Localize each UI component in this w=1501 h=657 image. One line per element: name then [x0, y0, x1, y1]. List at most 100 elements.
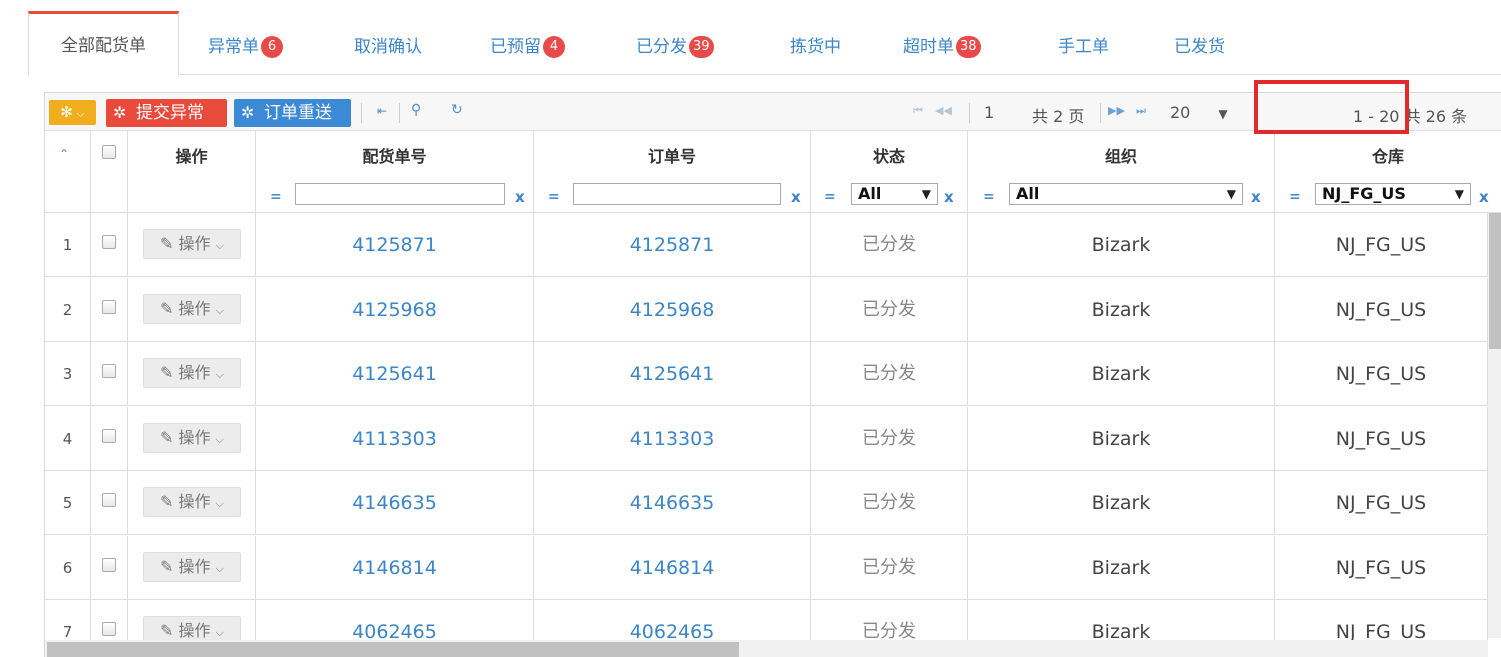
- tab-label: 已发货: [1174, 37, 1225, 57]
- row-number: 6: [45, 535, 91, 600]
- column-header-organization[interactable]: 组织: [968, 143, 1274, 167]
- row-checkbox[interactable]: [102, 557, 116, 572]
- row-number: 4: [45, 406, 91, 471]
- row-select-cell: [91, 535, 128, 600]
- row-action-button[interactable]: ✎ 操作 ⌵: [143, 358, 241, 388]
- gears-icon: ✲: [241, 103, 255, 122]
- tab-shipped[interactable]: 已发货: [1174, 32, 1225, 57]
- allocation-no-link[interactable]: 4125641: [256, 342, 534, 406]
- row-action-button[interactable]: ✎ 操作 ⌵: [143, 487, 241, 517]
- filter-operator[interactable]: =: [983, 189, 995, 205]
- edit-icon: ✎: [160, 556, 174, 576]
- prev-page-icon[interactable]: ◀◀: [935, 104, 952, 117]
- chevron-down-icon: ⌵: [215, 303, 224, 317]
- tab-label: 超时单: [903, 37, 954, 57]
- tab-reserved[interactable]: 已预留 4: [490, 32, 565, 58]
- row-action-button[interactable]: ✎ 操作 ⌵: [143, 229, 241, 259]
- order-no-link[interactable]: 4125641: [534, 342, 811, 406]
- order-no-link[interactable]: 4146635: [534, 471, 811, 535]
- first-page-icon[interactable]: ⏮: [913, 104, 923, 118]
- allocation-no-filter-input[interactable]: [295, 183, 505, 205]
- filter-operator[interactable]: =: [824, 189, 836, 205]
- tab-overtime[interactable]: 超时单 38: [903, 32, 981, 58]
- column-header-status[interactable]: 状态: [811, 143, 967, 167]
- row-checkbox[interactable]: [102, 622, 116, 636]
- row-action-cell: ✎ 操作 ⌵: [128, 213, 256, 277]
- warehouse-filter-select[interactable]: NJ_FG_US ▼: [1315, 183, 1471, 205]
- first-column-icon[interactable]: ⇤: [377, 104, 387, 118]
- organization-cell: Bizark: [968, 213, 1275, 277]
- allocation-no-link[interactable]: 4146635: [256, 471, 534, 535]
- page-size-select[interactable]: 20 ▼: [1170, 103, 1228, 122]
- header-order-no: 订单号 = x: [534, 131, 811, 213]
- row-action-button[interactable]: ✎ 操作 ⌵: [143, 422, 241, 453]
- row-checkbox[interactable]: [102, 299, 116, 314]
- select-all-checkbox[interactable]: [102, 145, 116, 159]
- horizontal-scrollbar-thumb[interactable]: [47, 642, 739, 657]
- status-filter-select[interactable]: All ▼: [851, 183, 938, 205]
- order-no-link[interactable]: 4146814: [534, 535, 811, 600]
- tab-distributed[interactable]: 已分发 39: [636, 32, 714, 58]
- clear-filter-button[interactable]: x: [791, 188, 801, 206]
- order-no-link[interactable]: 4125871: [534, 213, 811, 277]
- filter-operator[interactable]: =: [548, 189, 560, 205]
- tab-picking[interactable]: 拣货中: [790, 32, 841, 57]
- clear-filter-button[interactable]: x: [1479, 188, 1489, 206]
- tab-label: 异常单: [208, 37, 259, 57]
- next-page-icon[interactable]: ▶▶: [1108, 104, 1125, 117]
- order-no-link[interactable]: 4113303: [534, 406, 811, 471]
- tab-manual[interactable]: 手工单: [1058, 32, 1109, 57]
- column-header-warehouse[interactable]: 仓库: [1275, 143, 1501, 167]
- row-checkbox[interactable]: [102, 364, 116, 378]
- row-select-cell: [91, 277, 128, 342]
- row-action-button[interactable]: ✎ 操作 ⌵: [143, 293, 241, 324]
- clear-filter-button[interactable]: x: [515, 188, 525, 206]
- status-cell: 已分发: [811, 535, 968, 600]
- tab-cancel-confirm[interactable]: 取消确认: [354, 32, 422, 57]
- row-action-label: 操作: [178, 234, 211, 253]
- filter-operator[interactable]: =: [270, 189, 282, 205]
- table-row[interactable]: 3 ✎ 操作 ⌵ 4125641 4125641 已分发 Bizark NJ_F…: [45, 342, 1488, 406]
- refresh-icon[interactable]: ↻: [451, 102, 463, 118]
- allocation-no-link[interactable]: 4113303: [256, 406, 534, 471]
- order-no-link[interactable]: 4125968: [534, 277, 811, 342]
- row-action-cell: ✎ 操作 ⌵: [128, 471, 256, 535]
- settings-dropdown-button[interactable]: ✻ ⌵: [49, 100, 96, 125]
- resend-order-button[interactable]: ✲ 订单重送: [234, 99, 351, 127]
- vertical-scrollbar-thumb[interactable]: [1489, 213, 1501, 349]
- clear-filter-button[interactable]: x: [1251, 188, 1261, 206]
- organization-cell: Bizark: [968, 471, 1275, 535]
- organization-cell: Bizark: [968, 535, 1275, 600]
- row-checkbox[interactable]: [102, 493, 116, 507]
- organization-cell: Bizark: [968, 342, 1275, 406]
- column-header-order-no[interactable]: 订单号: [534, 143, 810, 167]
- submit-exception-label: 提交异常: [136, 103, 204, 123]
- submit-exception-button[interactable]: ✲ 提交异常: [106, 99, 227, 127]
- allocation-no-link[interactable]: 4125871: [256, 213, 534, 277]
- clear-filter-button[interactable]: x: [944, 188, 954, 206]
- warehouse-cell: NJ_FG_US: [1275, 342, 1488, 406]
- row-checkbox[interactable]: [102, 235, 116, 249]
- row-action-button[interactable]: ✎ 操作 ⌵: [143, 551, 241, 582]
- tab-exception[interactable]: 异常单 6: [208, 32, 283, 58]
- table-row[interactable]: 6 ✎ 操作 ⌵ 4146814 4146814 已分发 Bizark NJ_F…: [45, 535, 1488, 600]
- row-checkbox[interactable]: [102, 428, 116, 443]
- column-header-allocation-no[interactable]: 配货单号: [256, 143, 533, 167]
- allocation-no-link[interactable]: 4146814: [256, 535, 534, 600]
- tab-all-allocations[interactable]: 全部配货单: [28, 11, 179, 75]
- table-row[interactable]: 1 ✎ 操作 ⌵ 4125871 4125871 已分发 Bizark NJ_F…: [45, 213, 1488, 277]
- last-page-icon[interactable]: ⏭: [1136, 104, 1146, 118]
- order-no-filter-input[interactable]: [573, 183, 781, 205]
- table-row[interactable]: 2 ✎ 操作 ⌵ 4125968 4125968 已分发 Bizark NJ_F…: [45, 277, 1488, 342]
- sort-up-icon[interactable]: ⌃: [59, 147, 69, 161]
- warehouse-cell: NJ_FG_US: [1275, 406, 1488, 471]
- allocation-no-link[interactable]: 4125968: [256, 277, 534, 342]
- filter-operator[interactable]: =: [1289, 189, 1301, 205]
- chevron-down-icon: ⌵: [215, 368, 224, 381]
- page-input[interactable]: 1: [984, 103, 994, 122]
- table-row[interactable]: 5 ✎ 操作 ⌵ 4146635 4146635 已分发 Bizark NJ_F…: [45, 471, 1488, 535]
- organization-filter-select[interactable]: All ▼: [1009, 183, 1243, 205]
- table-row[interactable]: 4 ✎ 操作 ⌵ 4113303 4113303 已分发 Bizark NJ_F…: [45, 406, 1488, 471]
- search-icon[interactable]: ⚲: [411, 102, 421, 118]
- row-action-cell: ✎ 操作 ⌵: [128, 535, 256, 600]
